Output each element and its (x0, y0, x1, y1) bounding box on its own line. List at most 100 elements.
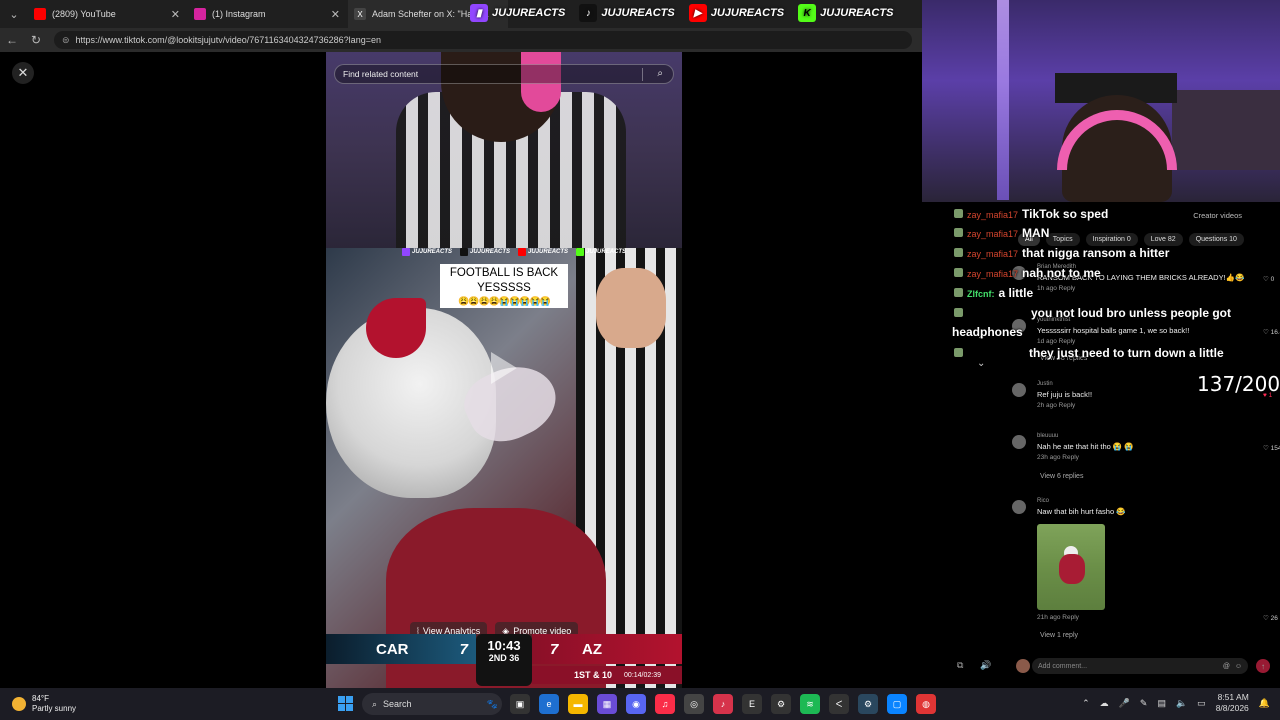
comment-user[interactable]: Justin (1037, 381, 1053, 387)
video-nav: ⌃ ⌄ (977, 335, 985, 369)
chip-questions[interactable]: Questions 10 (1188, 233, 1244, 246)
temperature: 84°F (32, 694, 49, 703)
edge-icon[interactable]: e (539, 694, 559, 714)
pip-icon[interactable]: ⧉ (957, 660, 969, 672)
add-comment-input[interactable]: Add comment... @ ☺ (1032, 658, 1248, 674)
like-count[interactable]: ♡ 154 (1263, 444, 1280, 452)
chip-love[interactable]: Love 82 (1143, 233, 1183, 246)
comment-meta[interactable]: 21h ago Reply (1037, 614, 1079, 621)
comment-user[interactable]: bleuuuu (1037, 433, 1058, 439)
comment-meta[interactable]: 1h ago Reply (1037, 285, 1075, 292)
creator-videos-tab[interactable]: Creator videos (1193, 211, 1242, 220)
weather-widget[interactable]: 84°F Partly sunny (12, 694, 76, 714)
away-team-name: AZ (582, 640, 602, 658)
apps-grid-icon[interactable]: ▦ (597, 694, 617, 714)
spotify-icon[interactable]: ≋ (800, 694, 820, 714)
epic-icon[interactable]: E (742, 694, 762, 714)
url-field[interactable]: ⊜ https://www.tiktok.com/@lookitsjujutv/… (54, 31, 912, 49)
music-icon[interactable]: ♫ (655, 694, 675, 714)
clock-time: 8:51 AM (1217, 692, 1249, 702)
onedrive-icon[interactable]: ☁ (1100, 698, 1109, 709)
network-icon[interactable]: ▤ (1157, 698, 1166, 709)
avatar[interactable] (1012, 435, 1026, 449)
game-clock: 10:43 2ND 36 (476, 634, 532, 686)
tab-youtube[interactable]: (2809) YouTube ✕ (28, 0, 188, 28)
chip-all[interactable]: All (1018, 233, 1040, 246)
user-avatar[interactable] (1016, 659, 1030, 673)
search-icon[interactable]: ⌕ (657, 68, 663, 79)
obs-icon[interactable]: ◎ (684, 694, 704, 714)
taskbar-clock[interactable]: 8:51 AM 8/8/2026 (1216, 692, 1249, 714)
chip-inspiration[interactable]: Inspiration 0 (1085, 233, 1138, 246)
steam-icon[interactable]: ⚙ (858, 694, 878, 714)
away-score: 7 (550, 640, 559, 658)
send-icon[interactable]: ↑ (1256, 659, 1270, 673)
home-team-name: CAR (376, 640, 409, 658)
view-replies-link[interactable]: View 6 replies (1040, 473, 1083, 480)
search-icon: ⌕ (372, 698, 378, 709)
comment-meta[interactable]: 2h ago Reply (1037, 402, 1075, 409)
avatar[interactable] (1012, 319, 1026, 333)
tiktok-studio-icon[interactable]: ♪ (713, 694, 733, 714)
video-player[interactable]: JUJUREACTS JUJUREACTS JUJUREACTS JUJUREA… (326, 52, 682, 688)
view-replies-link[interactable]: View 1 reply (1040, 632, 1078, 639)
stream-brand-strip: ▮ JUJUREACTS ♪ JUJUREACTS ▶ JUJUREACTS K JUJ… (470, 4, 893, 22)
volume-icon[interactable]: 🔊 (980, 660, 992, 672)
add-comment-bar: ⧉ 🔊 Add comment... @ ☺ ↑ (922, 654, 1280, 680)
volume-icon[interactable]: 🔈 (1176, 698, 1187, 709)
avatar[interactable] (1012, 500, 1026, 514)
battery-icon[interactable]: ▭ (1197, 698, 1206, 709)
play-icon[interactable] (491, 352, 517, 384)
like-count[interactable]: ♡ 0 (1263, 275, 1274, 283)
windows-start-icon[interactable] (338, 696, 353, 711)
avatar[interactable] (1012, 383, 1026, 397)
close-tab-icon[interactable]: ✕ (331, 8, 340, 21)
close-video-icon[interactable]: ✕ (12, 62, 34, 84)
discord-icon[interactable]: ◉ (626, 694, 646, 714)
mention-icon[interactable]: @ (1223, 663, 1230, 670)
site-info-icon[interactable]: ⊜ (62, 35, 70, 46)
recorder-icon[interactable]: ◍ (916, 694, 936, 714)
pen-icon[interactable]: ✎ (1140, 698, 1148, 709)
comment-user[interactable]: youthinkthist (1037, 317, 1070, 323)
tiktok-icon (460, 248, 469, 256)
back-icon[interactable]: ← (0, 33, 24, 47)
comment-meta[interactable]: 1d ago Reply (1037, 338, 1075, 345)
close-tab-icon[interactable]: ✕ (171, 8, 180, 21)
avatar[interactable] (1012, 266, 1026, 280)
brand-label: JUJUREACTS (710, 7, 785, 19)
like-count[interactable]: ♡ 16.4K (1263, 328, 1280, 336)
task-view-icon[interactable]: ▣ (510, 694, 530, 714)
taskbar-search[interactable]: ⌕ Search 🐾 (362, 693, 502, 715)
settings-icon[interactable]: ⚙ (771, 694, 791, 714)
tab-menu-chevron-icon[interactable]: ⌄ (0, 0, 28, 28)
view-replies-link[interactable]: View 48 replies (1040, 355, 1087, 362)
scoreboard: CAR 7 10:43 2ND 36 7 AZ 1ST & 10 00:14/0… (326, 634, 682, 688)
emoji-icon[interactable]: ☺ (1235, 663, 1242, 670)
comment-user[interactable]: Brian Meredith (1037, 264, 1076, 270)
chevron-down-icon[interactable]: ⌄ (977, 358, 985, 369)
home-score: 7 (459, 640, 468, 658)
tray-chevron-icon[interactable]: ⌃ (1082, 698, 1090, 709)
capcut-icon[interactable]: ᐸ (829, 694, 849, 714)
file-explorer-icon[interactable]: ▬ (568, 694, 588, 714)
notifications-icon[interactable]: 🔔 (1259, 698, 1270, 709)
tab-instagram[interactable]: (1) Instagram ✕ (188, 0, 348, 28)
chip-topics[interactable]: Topics (1045, 233, 1080, 246)
comment-image[interactable] (1037, 524, 1105, 610)
chevron-up-icon[interactable]: ⌃ (977, 335, 985, 346)
comment-meta[interactable]: 23h ago Reply (1037, 454, 1079, 461)
youtube-icon (34, 8, 46, 20)
search-divider (642, 68, 643, 81)
like-count[interactable]: ♡ 26 (1263, 614, 1278, 622)
brand-label: JUJUREACTS (492, 7, 566, 19)
weather-condition: Partly sunny (32, 704, 77, 713)
related-search-input[interactable]: Find related content ⌕ (334, 64, 674, 84)
reload-icon[interactable]: ↻ (24, 33, 48, 47)
comment-user[interactable]: Rico (1037, 498, 1049, 504)
brand-label: JUJUREACTS (601, 7, 675, 19)
comment-text: Naw that bih hurt fasho 😂 (1037, 507, 1126, 516)
comment-filter-chips: All Topics Inspiration 0 Love 82 Questio… (1018, 233, 1244, 246)
window-icon[interactable]: ▢ (887, 694, 907, 714)
mic-icon[interactable]: 🎤 (1119, 698, 1130, 709)
